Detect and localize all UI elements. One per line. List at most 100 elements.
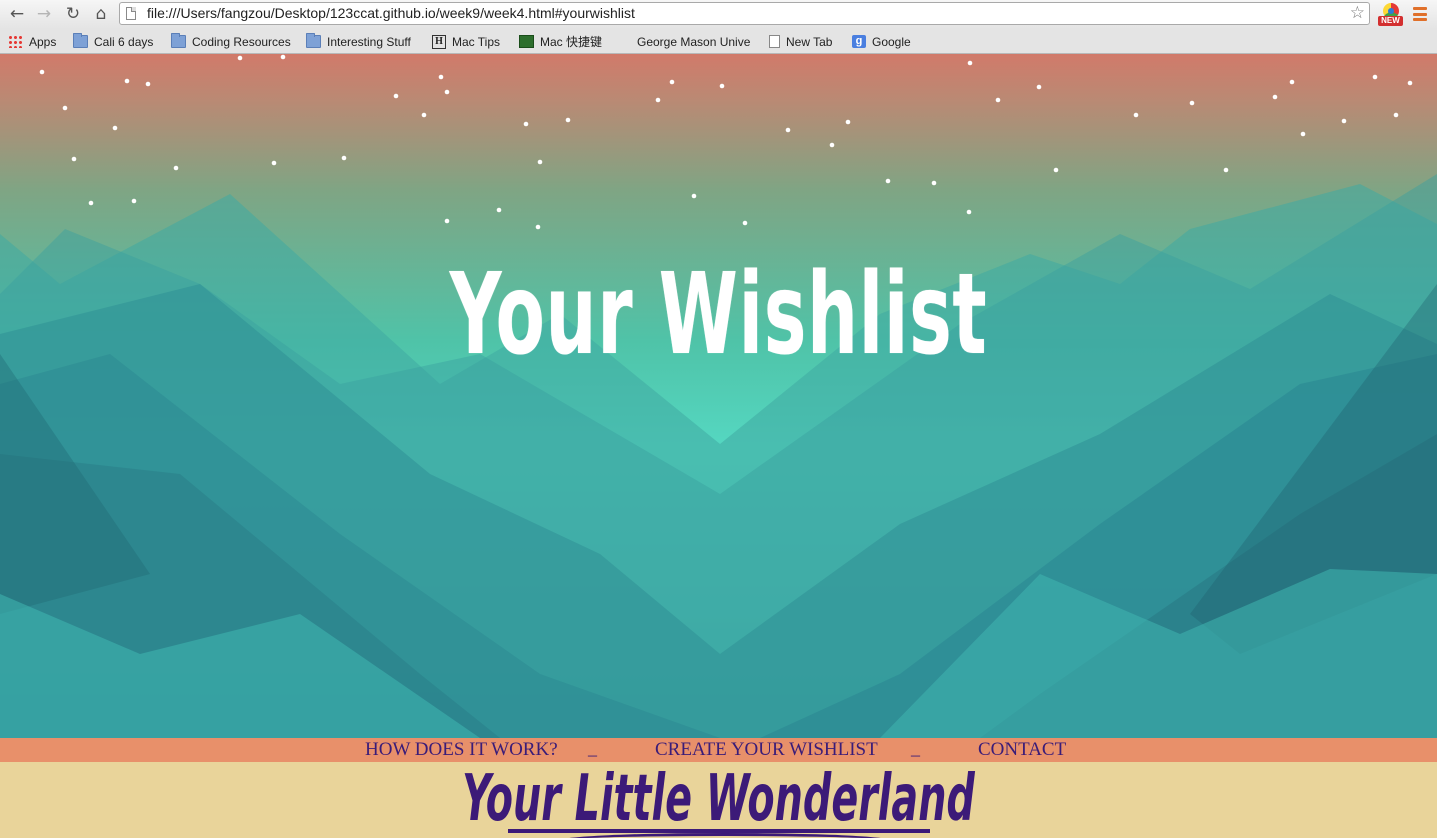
star xyxy=(931,180,937,186)
nav-separator: _ xyxy=(588,738,597,758)
bookmark-label: Apps xyxy=(29,34,57,49)
address-bar[interactable]: file:///Users/fangzou/Desktop/123ccat.gi… xyxy=(119,2,1370,25)
bookmark-label: New Tab xyxy=(786,34,833,49)
star xyxy=(669,79,675,85)
bookmark-label: Google xyxy=(872,34,911,49)
bookmark-george-mason[interactable]: George Mason Unive xyxy=(637,33,750,50)
back-arrow-icon[interactable]: ← xyxy=(6,3,28,25)
folder-icon xyxy=(306,33,321,48)
bookmark-label: Coding Resources xyxy=(192,34,291,49)
star xyxy=(1272,94,1278,100)
star xyxy=(995,97,1001,103)
bookmark-interesting-stuff[interactable]: Interesting Stuff xyxy=(306,33,411,50)
bookmark-label: Mac 快捷键 xyxy=(540,35,603,49)
star xyxy=(1300,131,1306,137)
star xyxy=(785,127,791,133)
star xyxy=(1189,100,1195,106)
hero-title: Your Wishlist xyxy=(449,250,988,380)
bookmark-mac-tips[interactable]: H Mac Tips xyxy=(432,33,500,50)
star xyxy=(393,93,399,99)
star xyxy=(1393,112,1399,118)
star xyxy=(966,209,972,215)
star xyxy=(537,159,543,165)
star xyxy=(565,117,571,123)
url-text[interactable]: file:///Users/fangzou/Desktop/123ccat.gi… xyxy=(147,5,635,21)
star xyxy=(1341,118,1347,124)
page-icon xyxy=(769,35,780,48)
star xyxy=(173,165,179,171)
star xyxy=(112,125,118,131)
extension-badge: NEW xyxy=(1378,16,1403,26)
star xyxy=(885,178,891,184)
nav-how-it-works[interactable]: HOW DOES IT WORK? xyxy=(365,739,558,761)
apps-grid-icon xyxy=(8,35,23,48)
green-box-icon xyxy=(519,35,534,48)
browser-toolbar: ← → ↻ ⌂ file:///Users/fangzou/Desktop/12… xyxy=(0,0,1437,29)
star xyxy=(421,112,427,118)
page-icon xyxy=(126,7,136,20)
forward-arrow-icon[interactable]: → xyxy=(33,3,55,25)
star xyxy=(341,155,347,161)
star xyxy=(742,220,748,226)
star xyxy=(845,119,851,125)
star xyxy=(124,78,130,84)
bookmark-new-tab[interactable]: New Tab xyxy=(769,33,832,50)
star xyxy=(145,81,151,87)
bookmark-cali-6-days[interactable]: Cali 6 days xyxy=(73,33,153,50)
star xyxy=(271,160,277,166)
star xyxy=(1133,112,1139,118)
star xyxy=(829,142,835,148)
reload-icon[interactable]: ↻ xyxy=(62,3,84,25)
bookmark-coding-resources[interactable]: Coding Resources xyxy=(171,33,291,50)
star xyxy=(655,97,661,103)
star xyxy=(88,200,94,206)
brand-band: Your Little Wonderland xyxy=(0,762,1437,838)
bookmark-apps[interactable]: Apps xyxy=(8,33,56,50)
bookmark-google[interactable]: g Google xyxy=(852,33,911,50)
star xyxy=(967,60,973,66)
brand-logo-text[interactable]: Your Little Wonderland xyxy=(273,762,1164,836)
extension-icon[interactable]: NEW xyxy=(1378,3,1403,27)
star xyxy=(535,224,541,230)
bookmarks-bar: Apps Cali 6 days Coding Resources Intere… xyxy=(0,29,1437,54)
folder-icon xyxy=(73,33,88,48)
h-box-icon: H xyxy=(432,34,446,49)
bookmark-mac-shortcuts[interactable]: Mac 快捷键 xyxy=(519,33,602,50)
star xyxy=(691,193,697,199)
star xyxy=(444,218,450,224)
nav-separator: _ xyxy=(911,738,920,758)
star xyxy=(62,105,68,111)
star xyxy=(39,69,45,75)
folder-icon xyxy=(171,33,186,48)
star xyxy=(444,89,450,95)
nav-create-wishlist[interactable]: CREATE YOUR WISHLIST xyxy=(655,739,878,761)
stars xyxy=(39,54,1413,230)
bookmark-label: George Mason Unive xyxy=(637,34,751,49)
star xyxy=(438,74,444,80)
star xyxy=(131,198,137,204)
bookmark-star-icon[interactable]: ☆ xyxy=(1350,3,1365,23)
star xyxy=(719,83,725,89)
star xyxy=(71,156,77,162)
page-viewport: Your Wishlist HOW DOES IT WORK? _ CREATE… xyxy=(0,54,1437,838)
home-icon[interactable]: ⌂ xyxy=(90,3,112,25)
star xyxy=(523,121,529,127)
google-icon: g xyxy=(852,35,866,48)
star xyxy=(1053,167,1059,173)
star xyxy=(280,54,286,60)
star xyxy=(1223,167,1229,173)
star xyxy=(496,207,502,213)
site-navbar: HOW DOES IT WORK? _ CREATE YOUR WISHLIST… xyxy=(0,738,1437,762)
menu-icon[interactable] xyxy=(1413,7,1427,21)
star xyxy=(1407,80,1413,86)
star xyxy=(237,55,243,61)
bookmark-label: Cali 6 days xyxy=(94,34,154,49)
star xyxy=(1372,74,1378,80)
mountain-background xyxy=(0,54,1437,738)
bookmark-label: Interesting Stuff xyxy=(327,34,411,49)
hero-section: Your Wishlist xyxy=(0,54,1437,738)
star xyxy=(1289,79,1295,85)
nav-contact[interactable]: CONTACT xyxy=(978,739,1066,761)
star xyxy=(1036,84,1042,90)
bookmark-label: Mac Tips xyxy=(452,34,501,49)
